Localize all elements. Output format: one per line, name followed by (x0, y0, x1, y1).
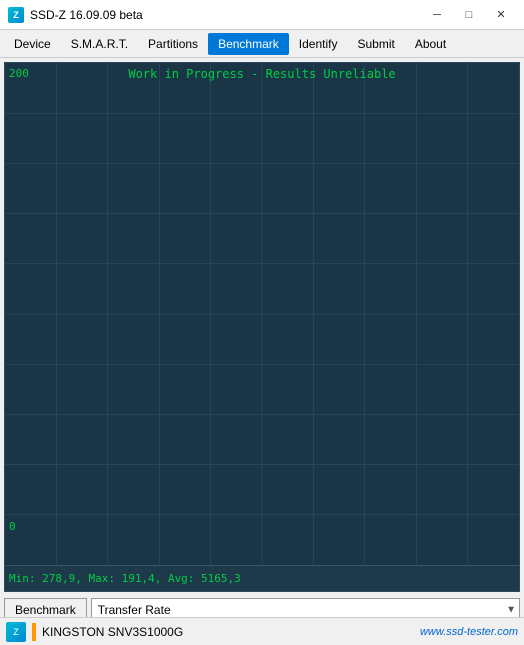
status-bar: Z KINGSTON SNV3S1000G www.ssd-tester.com (0, 617, 524, 645)
menu-item-benchmark[interactable]: Benchmark (208, 33, 289, 55)
menu-item-partitions[interactable]: Partitions (138, 33, 208, 55)
menu-item-about[interactable]: About (405, 33, 456, 55)
main-content: 200 Work in Progress - Results Unreliabl… (4, 62, 520, 592)
chart-label-bottom: 0 (9, 520, 16, 533)
website-link[interactable]: www.ssd-tester.com (420, 626, 518, 638)
menu-item-smart[interactable]: S.M.A.R.T. (61, 33, 138, 55)
drive-indicator (32, 623, 36, 641)
window-controls: ─ □ ✕ (422, 5, 516, 25)
chart-grid (5, 63, 519, 565)
app-icon: Z (8, 7, 24, 23)
title-bar: Z SSD-Z 16.09.09 beta ─ □ ✕ (0, 0, 524, 30)
menu-item-identify[interactable]: Identify (289, 33, 348, 55)
stats-bar: Min: 278,9, Max: 191,4, Avg: 5165,3 (5, 565, 519, 591)
maximize-button[interactable]: □ (454, 5, 484, 25)
status-app-icon: Z (6, 622, 26, 642)
chart-area: 200 Work in Progress - Results Unreliabl… (5, 63, 519, 565)
drive-name: KINGSTON SNV3S1000G (42, 625, 414, 639)
close-button[interactable]: ✕ (486, 5, 516, 25)
window-title: SSD-Z 16.09.09 beta (30, 8, 143, 22)
menu-item-device[interactable]: Device (4, 33, 61, 55)
title-bar-left: Z SSD-Z 16.09.09 beta (8, 7, 143, 23)
minimize-button[interactable]: ─ (422, 5, 452, 25)
chart-title: Work in Progress - Results Unreliable (5, 67, 519, 81)
menu-bar: Device S.M.A.R.T. Partitions Benchmark I… (0, 30, 524, 58)
menu-item-submit[interactable]: Submit (347, 33, 404, 55)
stats-text: Min: 278,9, Max: 191,4, Avg: 5165,3 (9, 572, 241, 585)
